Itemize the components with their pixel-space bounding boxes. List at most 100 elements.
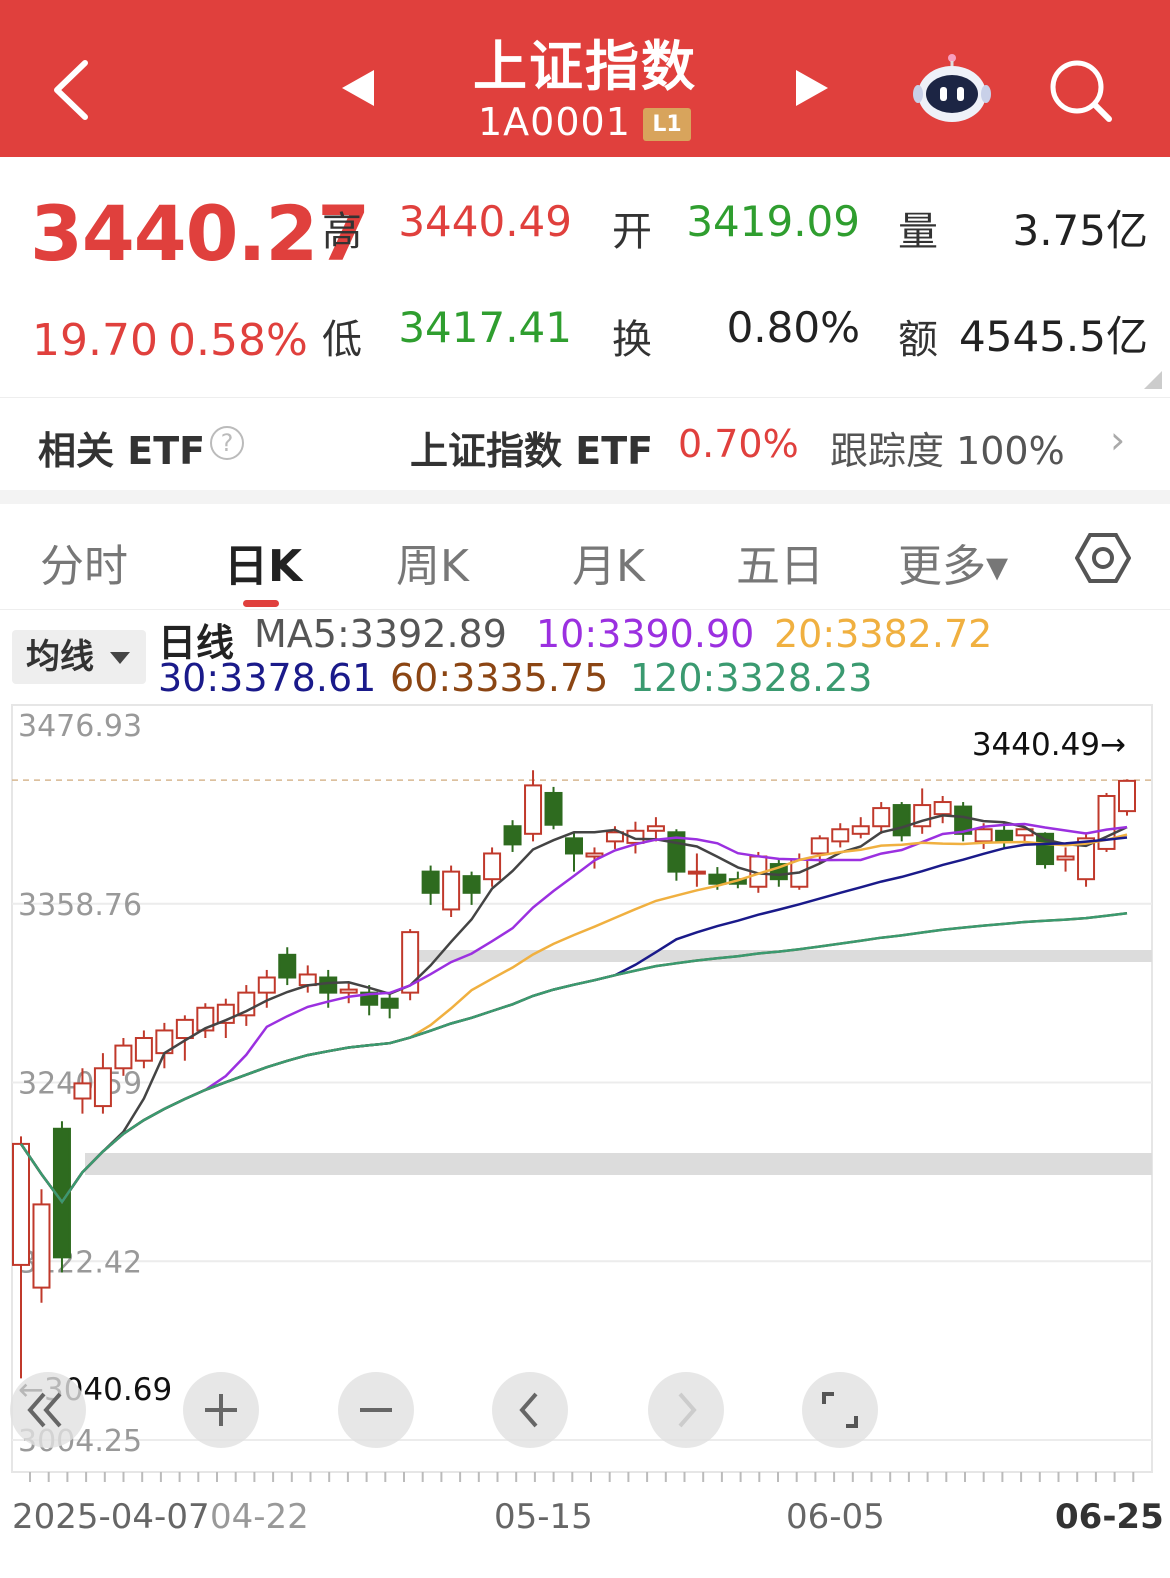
candle-body [339,988,358,994]
chevron-right-icon [678,1392,697,1428]
high-value: 3440.49 [398,197,572,246]
scroll-to-start-button[interactable] [10,1372,86,1448]
candle-body [73,1082,92,1100]
candle-body [974,828,993,843]
candle-body [462,875,481,894]
fullscreen-button[interactable] [802,1372,878,1448]
kline-chart[interactable]: 3476.933358.763240.593122.423004.253440.… [0,700,1170,1500]
tab-daily-k[interactable]: 日K [224,530,302,594]
related-etf-row[interactable]: 相关 ETF ? 上证指数 ETF 0.70% 跟踪度 100% › [0,397,1170,490]
double-chevron-left-icon [27,1392,62,1428]
minus-icon [360,1408,392,1412]
x-label-third: 05-15 [494,1497,593,1537]
high-label: 高 [322,209,362,255]
tab-more[interactable]: 更多▾ [898,530,1008,594]
candle-body [421,870,440,894]
ma20-value: 20:3382.72 [774,612,993,656]
candle-body [503,825,522,846]
chevron-right-icon[interactable]: › [1110,418,1125,462]
candle-body [544,791,563,826]
scroll-right-button[interactable] [648,1372,724,1448]
x-label-start: 2025-04-07 [12,1497,210,1537]
ma30-value: 30:3378.61 [158,656,377,700]
low-value: 3417.41 [398,303,572,352]
fullscreen-icon [822,1392,858,1428]
max-price-marker: 3440.49→ [972,727,1126,763]
candle-body [851,825,870,835]
ma-select-label: 均线 [26,637,94,677]
volume-value: 3.75亿 [1012,206,1148,255]
price-change-pct: 0.58% [168,315,308,366]
candle-body [585,852,604,858]
help-icon[interactable]: ? [210,426,244,460]
tab-intraday[interactable]: 分时 [40,530,128,594]
tab-five-day[interactable]: 五日 [736,530,824,594]
active-tab-indicator [243,600,279,607]
candle-body [687,870,706,875]
search-icon[interactable] [1045,55,1115,125]
x-label-fourth: 06-05 [786,1497,885,1537]
expand-corner-icon[interactable] [1144,371,1162,389]
chart-period-tabs: 分时 日K 周K 月K 五日 更多▾ [0,504,1170,610]
tab-monthly-k[interactable]: 月K [572,530,645,594]
ma5-value: MA5:3392.89 [254,612,507,656]
turnover-label: 换 [612,317,652,363]
ma-indicator-select[interactable]: 均线 [12,630,146,684]
ma60-value: 60:3335.75 [390,656,609,700]
top-nav-bar: 上证指数 1A0001 L1 [0,0,1170,157]
zoom-out-button[interactable] [338,1372,414,1448]
next-stock-icon[interactable] [792,68,832,108]
caret-down-icon [110,652,130,664]
etf-name: 上证指数 ETF [410,429,654,473]
chevron-left-icon [519,1392,538,1428]
candle-body [278,953,297,979]
stock-title: 上证指数 [473,35,697,98]
candle-body [257,976,276,994]
candle-body [565,837,583,855]
zoom-in-button[interactable] [183,1372,259,1448]
candle-body [380,997,399,1009]
candle-body [995,829,1014,843]
turnover-value: 0.80% [726,303,860,352]
candle-body [933,801,952,816]
low-label: 低 [322,317,362,363]
volume-label: 量 [898,209,938,255]
tab-weekly-k[interactable]: 周K [396,530,469,594]
open-label: 开 [612,209,652,255]
current-price: 3440.27 [30,189,370,278]
plus-icon [205,1394,237,1426]
robot-assistant-icon[interactable] [912,52,992,124]
candle-body [319,976,338,994]
candle-body [524,784,543,835]
candle-body [646,825,665,832]
scroll-left-button[interactable] [492,1372,568,1448]
etf-change-pct: 0.70% [678,422,799,466]
etf-tracking: 跟踪度 100% [830,429,1065,473]
support-band [85,1153,1152,1175]
candle-body [442,870,461,911]
candle-body [93,1067,112,1108]
price-change: 19.70 [32,315,158,366]
candle-body [810,837,829,855]
candle-body [1118,779,1136,813]
chart-settings-icon[interactable] [1074,530,1132,586]
candle-body [134,1037,153,1062]
ma10-value: 10:3390.90 [536,612,755,656]
y-tick-label: 3358.76 [18,888,142,923]
x-label-second: 04-22 [210,1497,309,1537]
candle-body [1056,855,1075,861]
candle-body [872,807,891,828]
quote-panel: 3440.27 19.70 0.58% 高 3440.49 开 3419.09 … [0,157,1170,395]
previous-stock-icon[interactable] [338,68,378,108]
ma120-value: 120:3328.23 [630,656,873,700]
candle-body [175,1018,194,1040]
open-value: 3419.09 [686,197,860,246]
stock-code: 1A0001 [478,100,631,144]
candle-body [32,1203,51,1289]
etf-label: 相关 ETF [38,429,206,473]
amount-value: 4545.5亿 [959,312,1148,361]
back-icon[interactable] [40,55,100,125]
y-tick-label: 3476.93 [18,709,142,744]
candle-body [708,873,727,885]
level-badge: L1 [643,108,691,141]
